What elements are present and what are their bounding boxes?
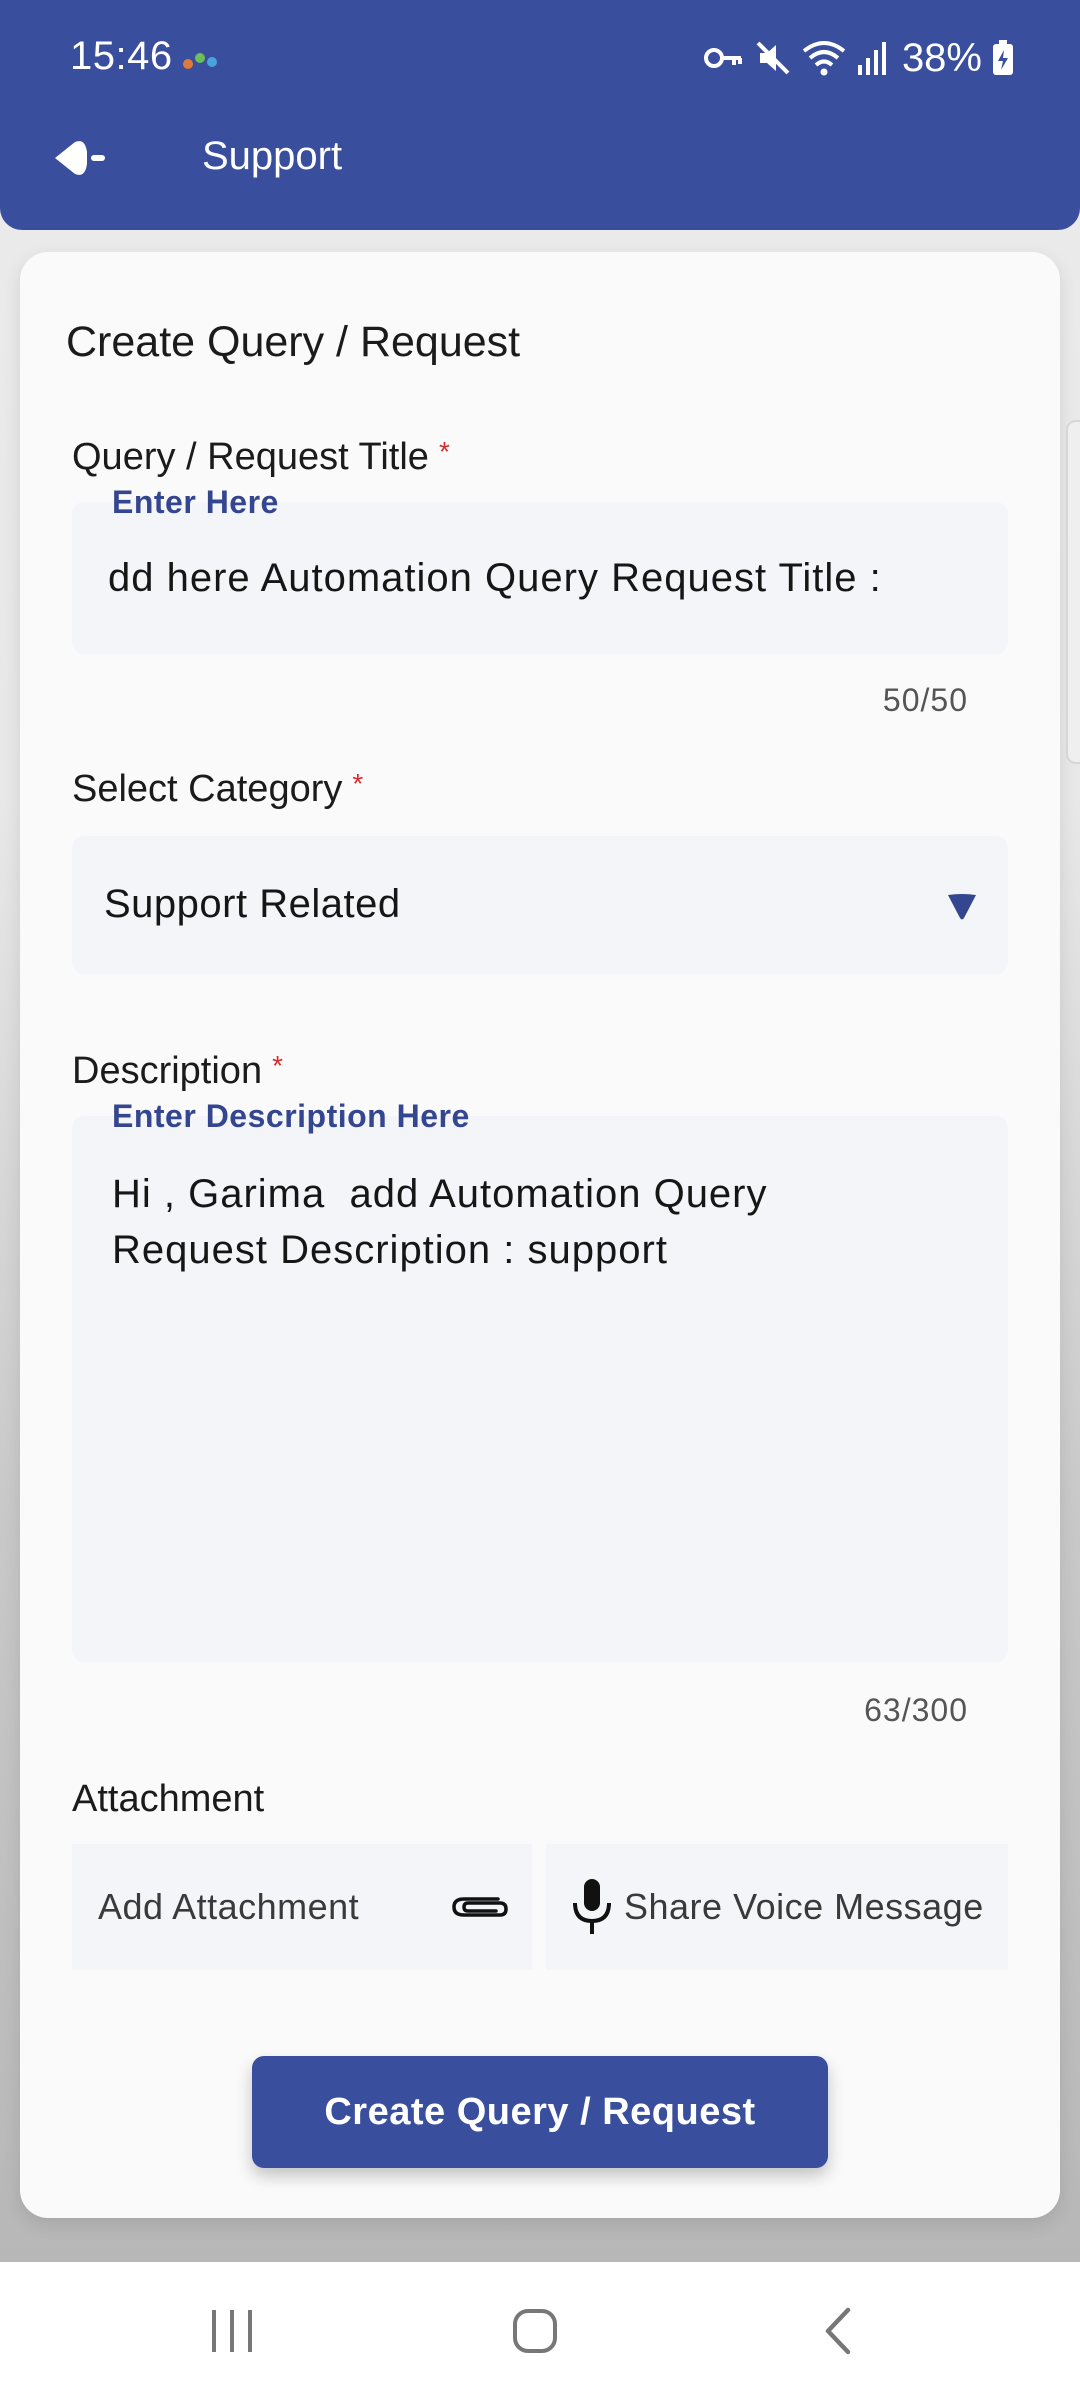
mute-icon [756, 41, 790, 75]
signal-icon [857, 42, 886, 75]
system-nav-bar [0, 2262, 1080, 2400]
back-nav-button[interactable] [758, 2262, 918, 2400]
battery-percent: 38% [901, 35, 982, 80]
paperclip-icon [452, 1897, 508, 1917]
recent-apps-button[interactable] [152, 2262, 312, 2400]
create-query-button[interactable]: Create Query / Request [252, 2056, 828, 2168]
wifi-icon [802, 41, 846, 76]
home-button[interactable] [455, 2262, 615, 2400]
page-title: Support [202, 134, 343, 178]
description-floating-label: Enter Description Here [112, 1098, 470, 1134]
title-label-text: Query / Request Title [72, 436, 429, 478]
required-mark: * [438, 436, 450, 467]
microphone-icon [573, 1879, 611, 1934]
description-value[interactable]: Hi , Garima add Automation Query Request… [112, 1166, 972, 1278]
form-title: Create Query / Request [66, 318, 521, 366]
required-mark: * [272, 1050, 283, 1081]
back-arrow-icon [55, 141, 105, 175]
voice-message-label: Share Voice Message [624, 1886, 984, 1927]
required-mark: * [352, 768, 364, 799]
notification-icon [183, 53, 217, 69]
app-header: 15:46 38% Support [0, 0, 1080, 230]
title-floating-label: Enter Here [112, 484, 279, 520]
voice-message-button[interactable]: Share Voice Message [546, 1844, 1008, 1970]
category-field-label: Select Category * [72, 768, 363, 811]
vpn-key-icon [703, 48, 742, 68]
category-label-text: Select Category [72, 768, 343, 810]
home-icon [513, 2309, 557, 2353]
add-attachment-label: Add Attachment [98, 1886, 360, 1927]
title-field-label: Query / Request Title * [72, 436, 450, 479]
back-button[interactable] [42, 126, 118, 190]
scroll-handle[interactable] [1066, 420, 1080, 764]
back-chevron-icon [825, 2307, 851, 2355]
status-time: 15:46 [70, 34, 173, 78]
category-selected-value[interactable]: Support Related [104, 882, 904, 927]
create-query-button-label: Create Query / Request [324, 2090, 756, 2133]
title-input-value[interactable]: dd here Automation Query Request Title : [108, 556, 968, 601]
add-attachment-button[interactable]: Add Attachment [72, 1844, 532, 1970]
status-icons: 38% [703, 30, 1014, 86]
description-char-counter: 63/300 [864, 1692, 968, 1728]
attachment-label: Attachment [72, 1778, 265, 1820]
description-field-label: Description * [72, 1050, 283, 1093]
dropdown-arrow-icon[interactable] [946, 893, 978, 921]
recent-apps-icon [212, 2310, 252, 2352]
battery-icon [993, 40, 1013, 75]
description-label-text: Description [72, 1050, 263, 1092]
title-char-counter: 50/50 [882, 682, 968, 718]
